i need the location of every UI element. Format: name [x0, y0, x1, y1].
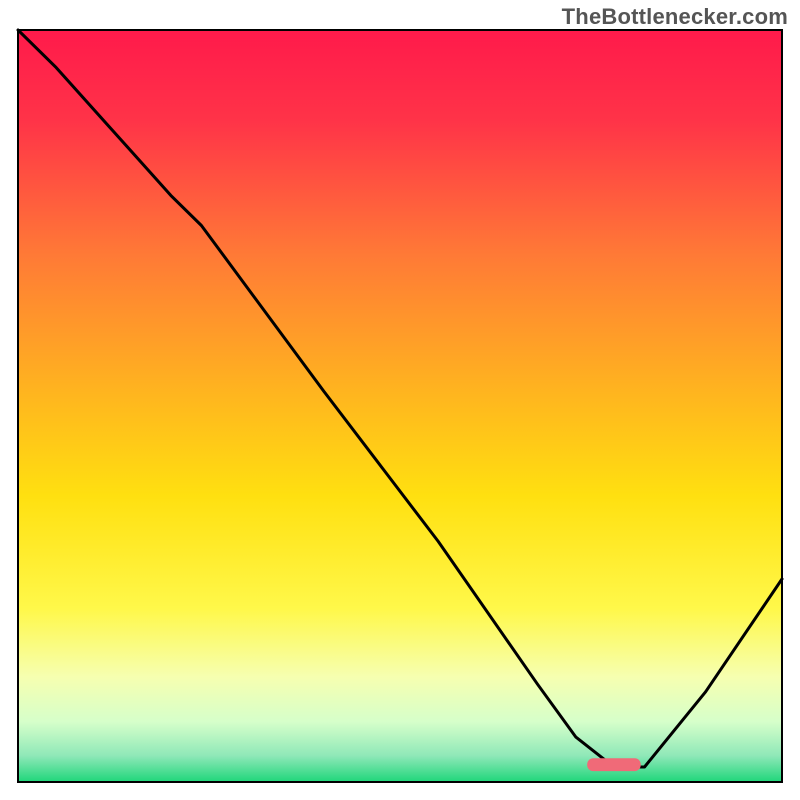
- watermark-text: TheBottlenecker.com: [562, 4, 788, 30]
- chart-container: TheBottlenecker.com: [0, 0, 800, 800]
- plot-area: [18, 30, 782, 782]
- bottleneck-chart: [0, 0, 800, 800]
- optimal-marker: [587, 758, 641, 771]
